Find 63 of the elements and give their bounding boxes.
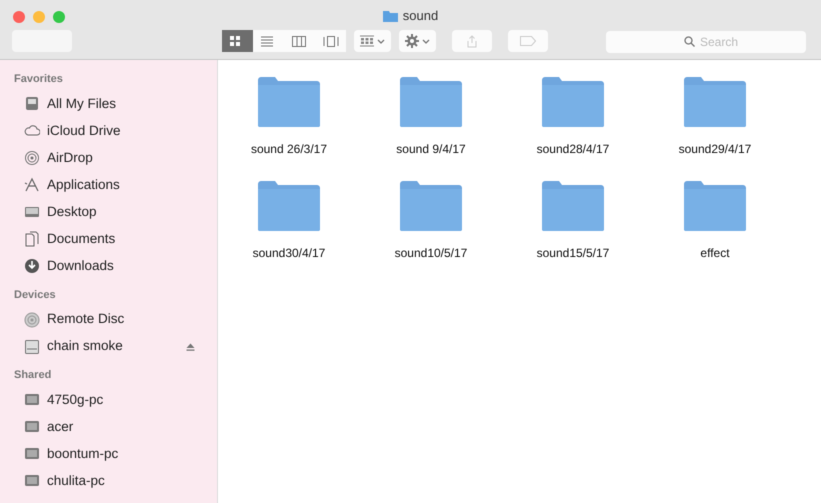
caret-icon: [422, 38, 430, 44]
applications-icon: [24, 177, 40, 193]
view-mode-button[interactable]: [315, 30, 346, 52]
disc-icon: [24, 312, 40, 328]
files-icon: [24, 96, 40, 112]
sidebar-item[interactable]: iCloud Drive: [0, 118, 217, 144]
caret-icon: [377, 38, 385, 44]
documents-icon: [24, 231, 40, 247]
sidebar-item[interactable]: Desktop: [0, 198, 217, 226]
computer-icon: [24, 419, 40, 435]
folder-icon: [541, 180, 605, 232]
folder-name[interactable]: sound10/5/17: [394, 244, 468, 262]
columns-view-icon: [292, 36, 308, 46]
sidebar-section-title: Favorites: [13, 72, 64, 87]
computer-icon: [24, 392, 40, 408]
view-mode-button[interactable]: [253, 30, 284, 52]
tag-icon: [520, 36, 536, 46]
window-title: sound: [402, 6, 438, 25]
sidebar-item[interactable]: Applications: [0, 172, 217, 198]
folder-icon: [257, 76, 321, 128]
sidebar-section-title: Shared: [13, 368, 52, 383]
coverflow-view-icon: [322, 36, 338, 46]
window-control-button[interactable]: [13, 11, 25, 23]
folder-name[interactable]: sound 26/3/17: [250, 140, 328, 158]
folder-name[interactable]: effect: [700, 244, 730, 262]
sidebar-item[interactable]: chain smoke: [0, 333, 217, 360]
drive-icon: [24, 338, 40, 354]
computer-icon: [24, 473, 40, 489]
folder-icon: [541, 76, 605, 128]
sidebar-item[interactable]: boontum-pc: [0, 440, 217, 468]
sidebar-item[interactable]: 4750g-pc: [0, 386, 217, 414]
folder-name[interactable]: sound 9/4/17: [396, 140, 466, 158]
search-field[interactable]: Search: [606, 31, 806, 53]
eject-icon[interactable]: [186, 342, 195, 351]
sidebar-item[interactable]: Downloads: [0, 252, 217, 280]
folder-name[interactable]: sound29/4/17: [678, 140, 752, 158]
share-icon: [467, 34, 477, 48]
sidebar-item[interactable]: All My Files: [0, 90, 217, 118]
sidebar-item[interactable]: Documents: [0, 226, 217, 252]
folder-icon: [399, 180, 463, 232]
folder-icon: [399, 76, 463, 128]
grid-icon: [360, 35, 374, 47]
sidebar-item[interactable]: AirDrop: [0, 144, 217, 172]
sidebar-item[interactable]: chulita-pc: [0, 468, 217, 494]
folder-name[interactable]: sound15/5/17: [536, 244, 610, 262]
folder-name[interactable]: sound30/4/17: [252, 244, 326, 262]
desktop-icon: [24, 204, 40, 220]
view-mode-button[interactable]: [222, 30, 253, 52]
airdrop-icon: [24, 150, 40, 166]
toolbar-menu-button[interactable]: [399, 30, 436, 52]
search-icon: [684, 36, 695, 47]
folder-name[interactable]: sound28/4/17: [536, 140, 610, 158]
download-icon: [24, 258, 40, 274]
folder-icon: [382, 10, 398, 22]
toolbar-menu-button[interactable]: [354, 30, 391, 52]
folder-icon: [683, 180, 747, 232]
folder-icon: [257, 180, 321, 232]
folder-icon: [683, 76, 747, 128]
computer-icon: [24, 446, 40, 462]
sidebar-item[interactable]: acer: [0, 414, 217, 440]
settings-icon: [405, 34, 419, 48]
sidebar-section-title: Devices: [13, 288, 57, 302]
sidebar-item[interactable]: Remote Disc: [0, 306, 217, 333]
